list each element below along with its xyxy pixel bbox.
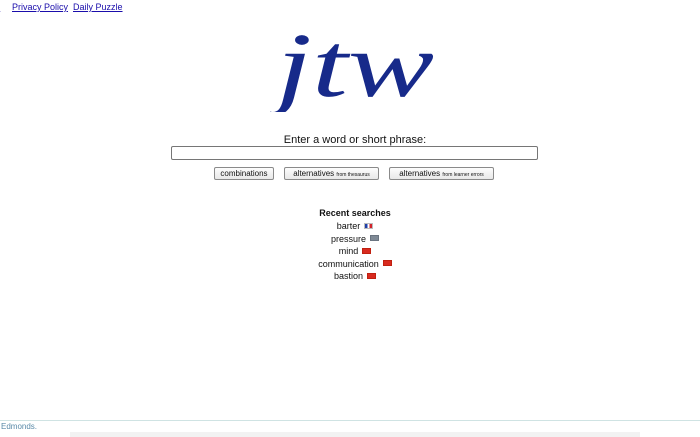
search-buttons: combinations alternatives from thesaurus… xyxy=(0,167,700,181)
thesaurus-alternatives-button[interactable]: alternatives from thesaurus xyxy=(284,167,379,180)
flag-china-icon xyxy=(367,272,377,279)
recent-searches-title: Recent searches xyxy=(319,208,391,218)
privacy-policy-link[interactable]: Privacy Policy xyxy=(12,1,68,13)
list-item: mind xyxy=(0,245,700,258)
flag-greece-icon xyxy=(370,235,379,242)
jtw-logo: jtw xyxy=(270,20,434,112)
combinations-label: combinations xyxy=(220,169,268,178)
learner-main-label: alternatives xyxy=(399,169,441,178)
recent-search-link[interactable]: barter xyxy=(337,221,361,231)
recent-searches: Recent searches barter pressure mind com… xyxy=(0,206,700,283)
combinations-button[interactable]: combinations xyxy=(214,167,274,180)
daily-puzzle-link[interactable]: Daily Puzzle xyxy=(73,1,123,13)
thesaurus-sub-label: from thesaurus xyxy=(336,172,370,178)
flag-france-icon xyxy=(364,222,374,229)
list-item: bastion xyxy=(0,270,700,283)
recent-search-link[interactable]: communication xyxy=(318,259,379,269)
list-item: communication xyxy=(0,258,700,271)
recent-search-link[interactable]: bastion xyxy=(334,271,363,281)
search-input[interactable] xyxy=(171,146,538,160)
flag-china-icon xyxy=(382,260,392,267)
list-item: barter xyxy=(0,220,700,233)
recent-search-link[interactable]: pressure xyxy=(331,234,366,244)
flag-china-icon xyxy=(362,247,372,254)
search-prompt: Enter a word or short phrase: xyxy=(283,134,427,146)
footer-bar xyxy=(70,432,640,437)
thesaurus-main-label: alternatives xyxy=(293,169,335,178)
footer-divider xyxy=(0,420,700,421)
recent-search-link[interactable]: mind xyxy=(339,246,359,256)
page: ɪ Privacy Policy Daily Puzzle jtw Enter … xyxy=(0,0,700,437)
list-item: pressure xyxy=(0,233,700,246)
learner-sub-label: from learner errors xyxy=(442,172,484,178)
learner-errors-alternatives-button[interactable]: alternatives from learner errors xyxy=(389,167,494,180)
footer-text: Edmonds. xyxy=(1,422,38,431)
logo-text: jtw xyxy=(270,20,434,112)
